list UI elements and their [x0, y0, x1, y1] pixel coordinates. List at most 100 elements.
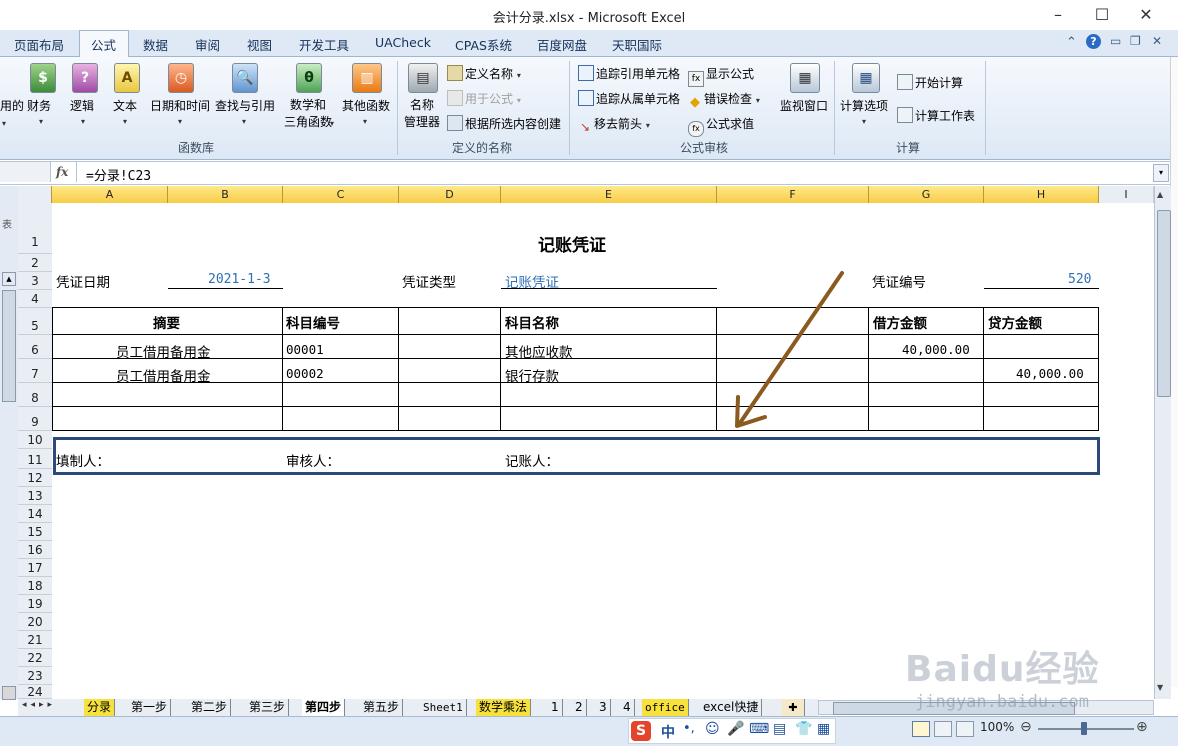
col-header-a[interactable]: A	[52, 186, 168, 203]
close-button[interactable]: ✕	[1132, 4, 1160, 26]
sheet-tab[interactable]: 第二步	[188, 699, 232, 716]
zoom-out-icon[interactable]: ⊖	[1020, 719, 1032, 735]
select-all-corner[interactable]	[18, 186, 52, 203]
row-header[interactable]: 12	[18, 469, 52, 487]
tab-cpas[interactable]: CPAS系统	[455, 35, 512, 54]
zoom-slider-thumb[interactable]	[1081, 722, 1087, 735]
header-summary[interactable]: 摘要	[153, 312, 180, 332]
name-manager-button[interactable]: 名称 管理器	[402, 97, 442, 131]
evaluate-formula-button[interactable]: fx 公式求值	[688, 115, 754, 137]
col-header-h[interactable]: H	[984, 186, 1099, 203]
row-header[interactable]: 4	[18, 290, 52, 308]
watch-window-button[interactable]: 监视窗口	[780, 97, 828, 114]
vertical-scrollbar[interactable]: ▲ ▼	[1154, 186, 1171, 699]
sheet-tab[interactable]: 第三步	[246, 699, 290, 716]
ime-mode-indicator[interactable]: 中	[661, 722, 675, 742]
row-header[interactable]: 23	[18, 667, 52, 685]
voucher-number-label[interactable]: 凭证编号	[872, 271, 926, 291]
pane-scroll-box[interactable]	[2, 686, 16, 700]
row-header[interactable]: 3	[18, 272, 52, 290]
formula-input[interactable]: =分录!C23	[86, 165, 151, 184]
tab-formulas[interactable]: 公式	[91, 35, 116, 54]
tab-baidu-netdisk[interactable]: 百度网盘	[537, 35, 587, 54]
tab-data[interactable]: 数据	[143, 35, 168, 54]
fx-icon[interactable]: fx	[56, 165, 68, 179]
tab-tianzhi[interactable]: 天职国际	[612, 35, 662, 54]
col-header-f[interactable]: F	[717, 186, 869, 203]
calc-now-button[interactable]: 开始计算	[897, 74, 963, 91]
entry-code[interactable]: 00002	[286, 366, 324, 381]
entry-debit[interactable]: 40,000.00	[902, 342, 970, 357]
voucher-title[interactable]: 记账凭证	[538, 231, 606, 256]
header-account-name[interactable]: 科目名称	[505, 312, 559, 332]
emoji-icon[interactable]: ☺	[705, 721, 720, 737]
skin-icon[interactable]: 👕	[795, 721, 812, 737]
error-checking-button[interactable]: ◆ 错误检查 ▾	[688, 90, 760, 110]
page-break-view-icon[interactable]	[956, 721, 974, 737]
posted-by-label[interactable]: 记账人：	[505, 450, 559, 470]
header-account-code[interactable]: 科目编号	[286, 312, 340, 332]
scroll-up-icon[interactable]: ▲	[1157, 190, 1163, 199]
voucher-type-label[interactable]: 凭证类型	[402, 271, 456, 291]
tab-uacheck[interactable]: UACheck	[375, 35, 431, 50]
calc-options-button[interactable]: 计算选项	[840, 97, 888, 114]
row-header[interactable]: 24	[18, 685, 52, 699]
toolbox-icon[interactable]: ▤	[773, 721, 786, 737]
sheet-tab[interactable]: 数学乘法	[476, 699, 532, 716]
row-header[interactable]: 6	[18, 335, 52, 359]
entry-code[interactable]: 00001	[286, 342, 324, 357]
normal-view-icon[interactable]	[912, 721, 930, 737]
remove-arrows-button[interactable]: ↘ 移去箭头 ▾	[578, 115, 650, 134]
apps-grid-icon[interactable]: ▦	[817, 721, 830, 737]
expand-formula-bar-icon[interactable]: ▾	[1153, 164, 1169, 182]
header-debit[interactable]: 借方金额	[873, 312, 927, 332]
sheet-tab[interactable]: office	[642, 699, 689, 716]
row-header[interactable]: 8	[18, 383, 52, 407]
financial-button[interactable]: 财务	[27, 97, 51, 114]
tab-review[interactable]: 审阅	[195, 35, 220, 54]
lookup-reference-button[interactable]: 查找与引用	[215, 97, 275, 114]
sheet-tab[interactable]: excel快捷	[700, 699, 763, 716]
entry-name[interactable]: 其他应收款	[505, 341, 573, 361]
sheet-tab[interactable]: 3	[596, 699, 611, 716]
tab-page-layout[interactable]: 页面布局	[14, 35, 64, 54]
col-header-b[interactable]: B	[168, 186, 283, 203]
punctuation-icon[interactable]: •,	[683, 721, 695, 736]
voucher-date-label[interactable]: 凭证日期	[56, 271, 110, 291]
sheet-tab[interactable]: 2	[572, 699, 587, 716]
pane-scroll-up-icon[interactable]: ▲	[2, 272, 16, 286]
zoom-in-icon[interactable]: ⊕	[1136, 719, 1148, 735]
row-header[interactable]: 18	[18, 577, 52, 595]
prepared-by-label[interactable]: 填制人：	[56, 450, 110, 470]
row-header[interactable]: 7	[18, 359, 52, 383]
wb-minimize-icon[interactable]: ▭	[1110, 34, 1121, 48]
entry-summary[interactable]: 员工借用备用金	[116, 341, 211, 361]
voucher-date-value[interactable]: 2021-1-3	[208, 272, 271, 287]
col-header-d[interactable]: D	[399, 186, 501, 203]
row-header[interactable]: 14	[18, 505, 52, 523]
page-layout-view-icon[interactable]	[934, 721, 952, 737]
row-header[interactable]: 13	[18, 487, 52, 505]
sheet-nav-arrows-icon[interactable]: ◂◂▸▸	[22, 700, 56, 710]
trace-precedents-button[interactable]: 追踪引用单元格	[578, 65, 680, 82]
scroll-down-icon[interactable]: ▼	[1157, 683, 1163, 692]
entry-name[interactable]: 银行存款	[505, 365, 559, 385]
text-button[interactable]: 文本	[113, 97, 137, 114]
wb-restore-icon[interactable]: ❐	[1130, 34, 1141, 48]
wb-close-icon[interactable]: ✕	[1152, 34, 1162, 48]
sheet-tab[interactable]: 1	[548, 699, 563, 716]
sheet-tab[interactable]: 分录	[84, 699, 116, 716]
calc-sheet-button[interactable]: 计算工作表	[897, 107, 975, 124]
insert-sheet-icon[interactable]: ✚	[782, 699, 805, 716]
logical-button[interactable]: 逻辑	[70, 97, 94, 114]
row-header[interactable]: 5	[18, 308, 52, 335]
row-header[interactable]: 1	[18, 203, 52, 254]
sheet-tab[interactable]: 第一步	[128, 699, 172, 716]
date-time-button[interactable]: 日期和时间	[150, 97, 210, 114]
name-box[interactable]	[0, 162, 51, 182]
voucher-number-value[interactable]: 520	[1068, 272, 1091, 287]
tab-view[interactable]: 视图	[247, 35, 272, 54]
tab-developer[interactable]: 开发工具	[299, 35, 349, 54]
use-in-formula-button[interactable]: 用于公式 ▾	[447, 90, 521, 107]
sogou-ime-icon[interactable]: S	[631, 721, 651, 741]
